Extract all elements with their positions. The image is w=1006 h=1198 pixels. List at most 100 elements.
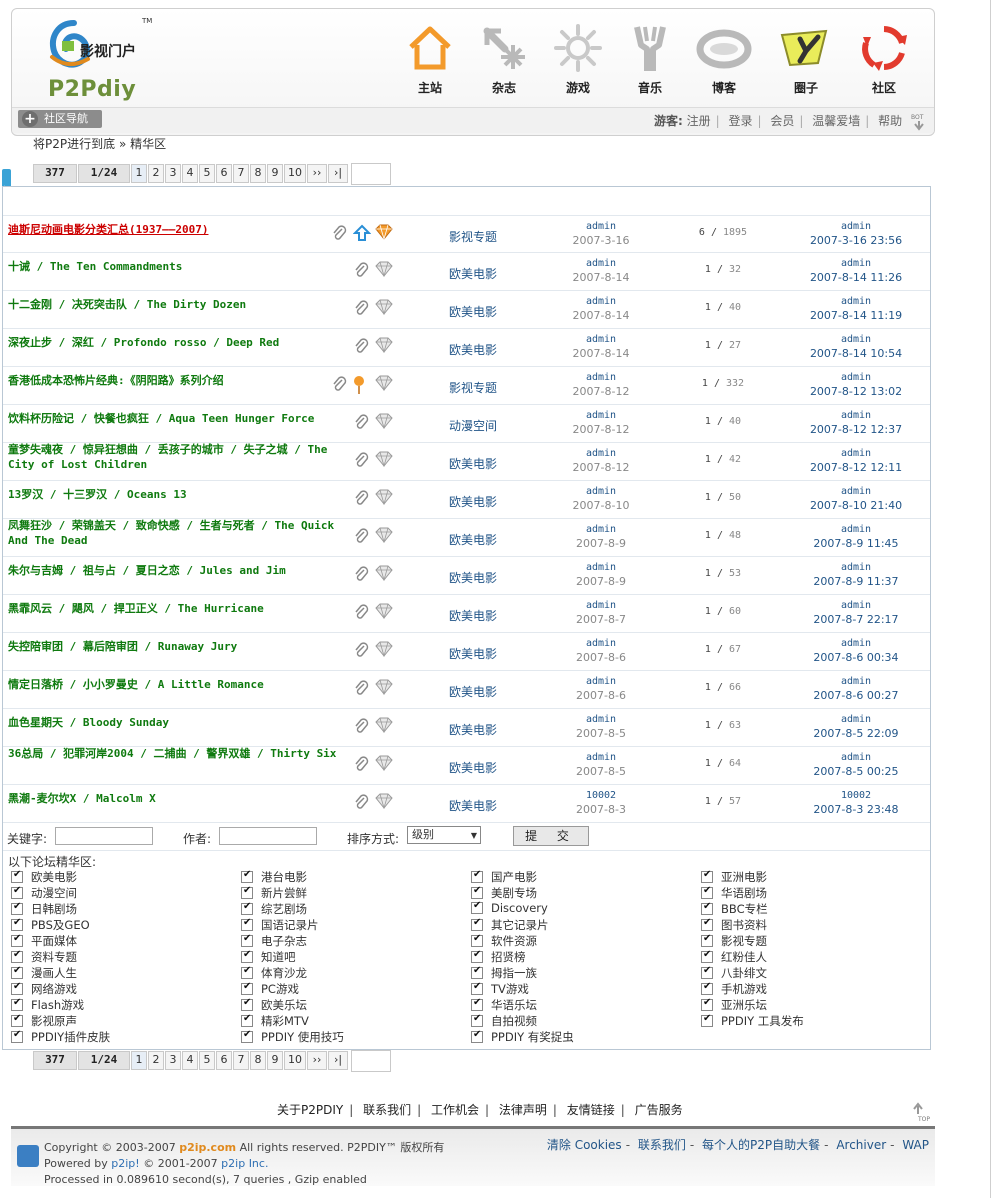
- forum-checkbox[interactable]: [471, 869, 483, 883]
- pager-page-link[interactable]: 2: [148, 1051, 164, 1070]
- pager-page-link[interactable]: 5: [199, 164, 215, 183]
- forum-checkbox[interactable]: [701, 997, 713, 1011]
- forum-checkbox[interactable]: [241, 933, 253, 947]
- pager-page-link[interactable]: 10: [284, 1051, 306, 1070]
- author-input[interactable]: [219, 827, 317, 845]
- forum-checkbox[interactable]: [471, 933, 483, 947]
- forum-checkbox[interactable]: [471, 900, 483, 914]
- pager-page-link[interactable]: 1: [131, 164, 147, 183]
- forum-checkbox-item[interactable]: 国产电影: [471, 869, 537, 885]
- forum-checkbox[interactable]: [241, 885, 253, 899]
- forum-checkbox-item[interactable]: 精彩MTV: [241, 1013, 309, 1029]
- nav-games[interactable]: 游戏: [546, 23, 610, 103]
- forum-checkbox[interactable]: [471, 997, 483, 1011]
- forum-checkbox-item[interactable]: 网络游戏: [11, 981, 77, 997]
- sort-select[interactable]: 级别: [407, 826, 481, 844]
- forum-checkbox[interactable]: [11, 981, 23, 995]
- forum-checkbox[interactable]: [701, 981, 713, 995]
- forum-checkbox-item[interactable]: 影视原声: [11, 1013, 77, 1029]
- forum-checkbox[interactable]: [11, 901, 23, 915]
- forum-checkbox-item[interactable]: 国语记录片: [241, 917, 319, 933]
- footer-about-link[interactable]: 关于P2PDIY: [277, 1103, 343, 1117]
- forum-checkbox[interactable]: [241, 965, 253, 979]
- nav-music[interactable]: 音乐: [618, 23, 682, 103]
- pager-page-link[interactable]: 3: [165, 1051, 181, 1070]
- pager-jump-input[interactable]: [351, 1050, 391, 1072]
- forum-checkbox[interactable]: [11, 869, 23, 883]
- forum-checkbox[interactable]: [11, 965, 23, 979]
- slogan-link[interactable]: 每个人的P2P自助大餐: [702, 1138, 820, 1152]
- forum-checkbox[interactable]: [471, 949, 483, 963]
- submit-button[interactable]: 提 交: [513, 826, 589, 846]
- back-to-top-icon[interactable]: TOP: [910, 1102, 932, 1122]
- breadcrumb-forum-link[interactable]: 将P2P进行到底: [33, 137, 115, 151]
- forum-checkbox-item[interactable]: 体育沙龙: [241, 965, 307, 981]
- pager-next-button[interactable]: ››: [307, 164, 327, 183]
- forum-checkbox[interactable]: [471, 1029, 483, 1043]
- forum-checkbox-item[interactable]: PC游戏: [241, 981, 299, 997]
- pager-page-link[interactable]: 2: [148, 164, 164, 183]
- forum-checkbox-item[interactable]: 欧美电影: [11, 869, 77, 885]
- forum-checkbox[interactable]: [701, 885, 713, 899]
- forum-checkbox-item[interactable]: 华语乐坛: [471, 997, 537, 1013]
- forum-checkbox[interactable]: [11, 997, 23, 1011]
- pager-page-link[interactable]: 7: [233, 164, 249, 183]
- forum-checkbox-item[interactable]: 图书资料: [701, 917, 767, 933]
- powered-link[interactable]: p2ip!: [111, 1157, 139, 1170]
- forum-checkbox-item[interactable]: PPDIY插件皮肤: [11, 1029, 110, 1045]
- forum-checkbox[interactable]: [701, 869, 713, 883]
- forum-checkbox-item[interactable]: 漫画人生: [11, 965, 77, 981]
- pager-page-link[interactable]: 10: [284, 164, 306, 183]
- forum-checkbox[interactable]: [11, 1013, 23, 1027]
- forum-checkbox-item[interactable]: 亚洲乐坛: [701, 997, 767, 1013]
- forum-checkbox[interactable]: [11, 1029, 23, 1043]
- forum-checkbox[interactable]: [471, 885, 483, 899]
- forum-checkbox[interactable]: [241, 901, 253, 915]
- forum-checkbox-item[interactable]: Discovery: [471, 900, 548, 917]
- footer-ads-link[interactable]: 广告服务: [635, 1103, 683, 1117]
- forum-checkbox-item[interactable]: 拇指一族: [471, 965, 537, 981]
- wap-link[interactable]: WAP: [902, 1138, 929, 1152]
- site-logo[interactable]: TM 影视门户 P2Pdiy: [42, 15, 162, 105]
- forum-checkbox-item[interactable]: 软件资源: [471, 933, 537, 949]
- community-nav-button[interactable]: + 社区导航: [18, 110, 102, 128]
- forum-checkbox[interactable]: [701, 949, 713, 963]
- forum-checkbox[interactable]: [471, 981, 483, 995]
- pager-page-link[interactable]: 8: [250, 1051, 266, 1070]
- forum-checkbox[interactable]: [241, 1029, 253, 1043]
- forum-checkbox[interactable]: [701, 965, 713, 979]
- forum-checkbox[interactable]: [11, 933, 23, 947]
- pager-page-link[interactable]: 6: [216, 164, 232, 183]
- nav-magazine[interactable]: 杂志: [472, 23, 536, 103]
- forum-checkbox[interactable]: [701, 901, 713, 915]
- pager-page-link[interactable]: 9: [267, 164, 283, 183]
- clear-cookies-link[interactable]: 清除 Cookies: [547, 1138, 622, 1152]
- forum-checkbox-item[interactable]: 华语剧场: [701, 885, 767, 901]
- forum-checkbox-item[interactable]: 知道吧: [241, 949, 296, 965]
- forum-checkbox-item[interactable]: 手机游戏: [701, 981, 767, 997]
- forum-checkbox[interactable]: [11, 885, 23, 899]
- forum-checkbox-item[interactable]: Flash游戏: [11, 997, 84, 1013]
- forum-checkbox[interactable]: [11, 949, 23, 963]
- forum-checkbox[interactable]: [241, 981, 253, 995]
- forum-checkbox-item[interactable]: PPDIY 工具发布: [701, 1013, 804, 1029]
- login-link[interactable]: 登录: [728, 114, 752, 128]
- forum-checkbox[interactable]: [471, 917, 483, 931]
- forum-checkbox[interactable]: [241, 1013, 253, 1027]
- keyword-input[interactable]: [55, 827, 153, 845]
- nav-blog[interactable]: 博客: [692, 23, 756, 103]
- forum-checkbox-item[interactable]: 招贤榜: [471, 949, 526, 965]
- pager-page-link[interactable]: 3: [165, 164, 181, 183]
- footer-legal-link[interactable]: 法律声明: [499, 1103, 547, 1117]
- forum-checkbox[interactable]: [701, 933, 713, 947]
- pager-page-link[interactable]: 5: [199, 1051, 215, 1070]
- footer-contact-link[interactable]: 联系我们: [363, 1103, 411, 1117]
- forum-checkbox-item[interactable]: 港台电影: [241, 869, 307, 885]
- forum-checkbox[interactable]: [241, 997, 253, 1011]
- forum-checkbox-item[interactable]: 动漫空间: [11, 885, 77, 901]
- contact-link[interactable]: 联系我们: [638, 1138, 686, 1152]
- pager-page-link[interactable]: 9: [267, 1051, 283, 1070]
- forum-checkbox[interactable]: [11, 917, 23, 931]
- forum-checkbox-item[interactable]: 美剧专场: [471, 885, 537, 901]
- pager-page-link[interactable]: 4: [182, 1051, 198, 1070]
